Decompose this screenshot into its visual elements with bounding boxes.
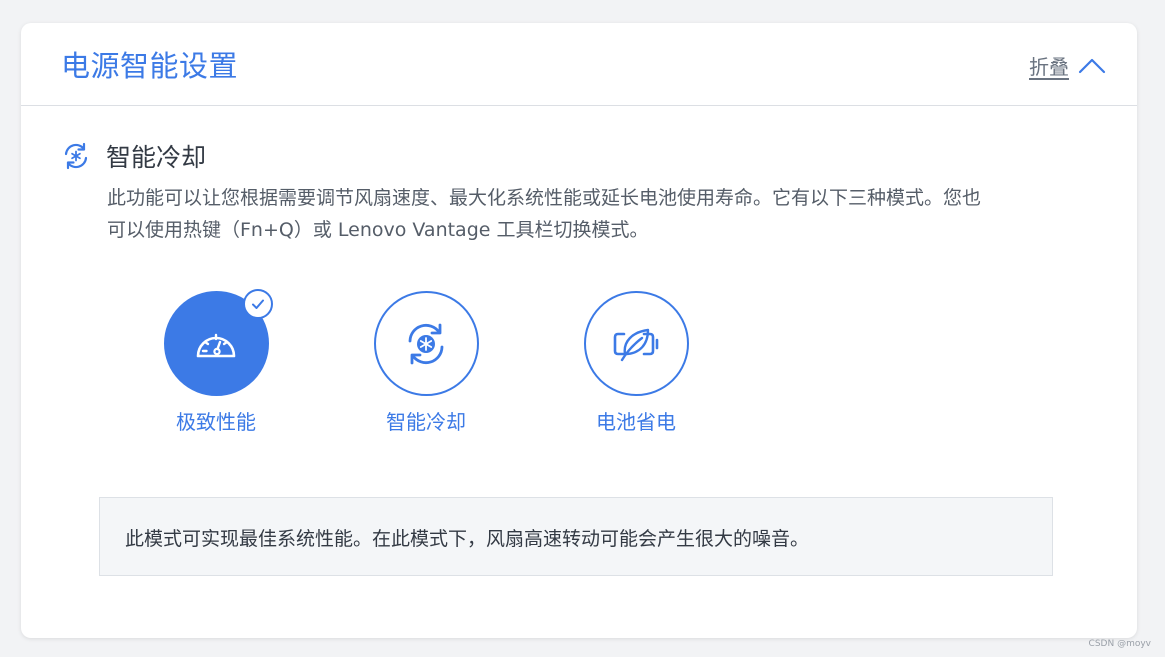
- mode-label: 智能冷却: [386, 410, 466, 434]
- collapse-button[interactable]: 折叠: [1029, 51, 1107, 80]
- mode-circle: [163, 289, 273, 396]
- collapse-label: 折叠: [1029, 55, 1069, 79]
- section-header: 智能冷却: [61, 138, 1101, 174]
- mode-extreme-performance[interactable]: 极致性能: [151, 289, 281, 435]
- mode-circle: [373, 291, 479, 396]
- mode-description-text: 此模式可实现最佳系统性能。在此模式下，风扇高速转动可能会产生很大的噪音。: [125, 528, 810, 550]
- battery-leaf-icon: [613, 328, 659, 361]
- mode-circle: [583, 291, 689, 396]
- cooling-cycle-icon: [408, 323, 444, 364]
- mode-smart-cooling[interactable]: 智能冷却: [361, 291, 491, 435]
- section-title: 智能冷却: [106, 143, 207, 172]
- mode-label: 极致性能: [176, 410, 256, 434]
- checkmark-icon: [251, 299, 264, 309]
- speedometer-icon: [196, 333, 236, 357]
- section-description: 此功能可以让您根据需要调节风扇速度、最大化系统性能或延长电池使用寿命。它有以下三…: [107, 187, 982, 241]
- mode-battery-saver[interactable]: 电池省电: [571, 291, 701, 435]
- page-title: 电源智能设置: [61, 49, 239, 83]
- mode-description-box: 此模式可实现最佳系统性能。在此模式下，风扇高速转动可能会产生很大的噪音。: [99, 497, 1053, 576]
- mode-label: 电池省电: [596, 410, 676, 434]
- chevron-up-icon: [1078, 58, 1106, 73]
- power-settings-card: 电源智能设置 折叠 智能冷却 此功能可以让您根据需要调节风扇速度、最大化系统性能…: [21, 23, 1137, 638]
- smart-cooling-section: 智能冷却 此功能可以让您根据需要调节风扇速度、最大化系统性能或延长电池使用寿命。…: [61, 138, 1101, 246]
- cooling-cycle-icon: [64, 142, 88, 170]
- mode-selector: 极致性能 智能冷却 电池省电: [151, 289, 751, 441]
- card-header: 电源智能设置 折叠: [21, 23, 1137, 106]
- watermark: CSDN @moyv: [1088, 639, 1151, 649]
- selected-badge: [242, 289, 273, 319]
